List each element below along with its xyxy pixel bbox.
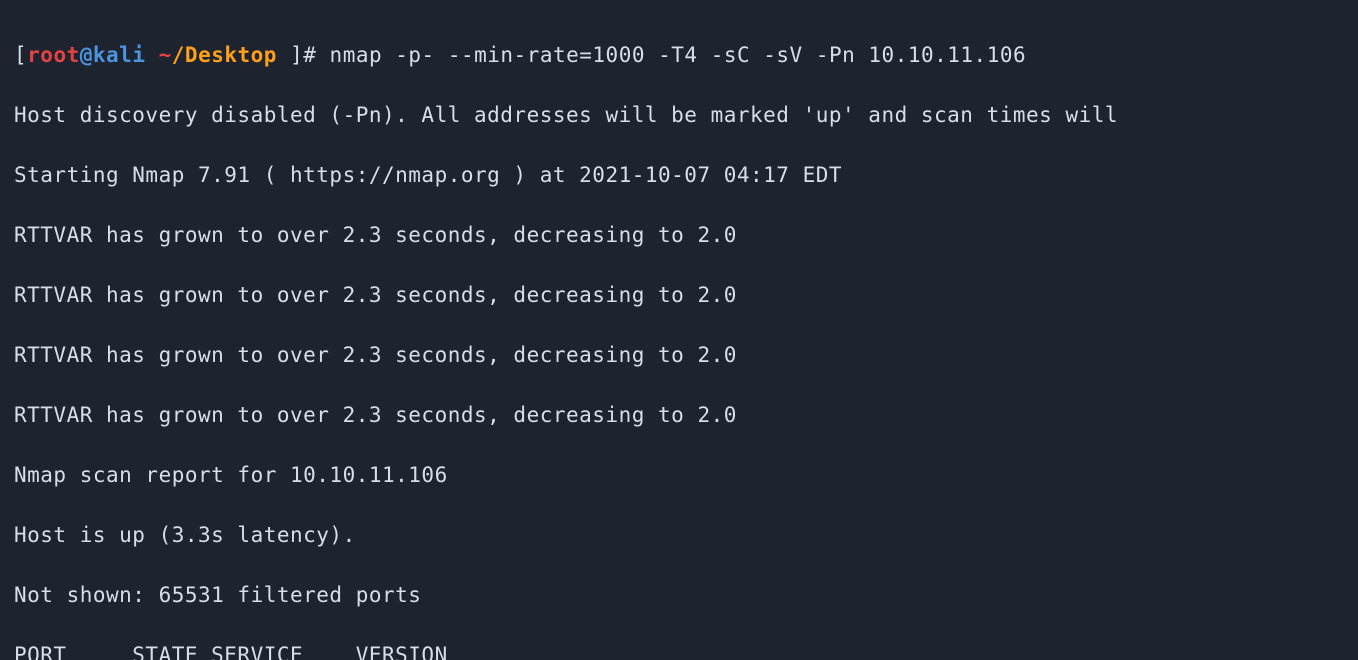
prompt-user: root: [27, 43, 80, 67]
prompt-gap: [316, 43, 329, 67]
command-text[interactable]: nmap -p- --min-rate=1000 -T4 -sC -sV -Pn…: [330, 43, 1027, 67]
prompt-line[interactable]: [root@kali ~/Desktop ]# nmap -p- --min-r…: [14, 40, 1344, 70]
prompt-open: [: [14, 43, 27, 67]
output-line: Host is up (3.3s latency).: [14, 520, 1344, 550]
prompt-space: [145, 43, 158, 67]
prompt-path: /Desktop: [172, 43, 277, 67]
output-line: Host discovery disabled (-Pn). All addre…: [14, 100, 1344, 130]
prompt-space2: [277, 43, 290, 67]
output-line: Starting Nmap 7.91 ( https://nmap.org ) …: [14, 160, 1344, 190]
output-line: RTTVAR has grown to over 2.3 seconds, de…: [14, 280, 1344, 310]
prompt-host: kali: [93, 43, 146, 67]
output-line: PORT STATE SERVICE VERSION: [14, 640, 1344, 660]
output-line: Not shown: 65531 filtered ports: [14, 580, 1344, 610]
output-line: RTTVAR has grown to over 2.3 seconds, de…: [14, 340, 1344, 370]
prompt-close: ]#: [290, 43, 316, 67]
output-line: Nmap scan report for 10.10.11.106: [14, 460, 1344, 490]
output-line: RTTVAR has grown to over 2.3 seconds, de…: [14, 400, 1344, 430]
terminal-window[interactable]: [root@kali ~/Desktop ]# nmap -p- --min-r…: [0, 0, 1358, 660]
output-line: RTTVAR has grown to over 2.3 seconds, de…: [14, 220, 1344, 250]
prompt-at: @: [80, 43, 93, 67]
prompt-tilde: ~: [159, 43, 172, 67]
